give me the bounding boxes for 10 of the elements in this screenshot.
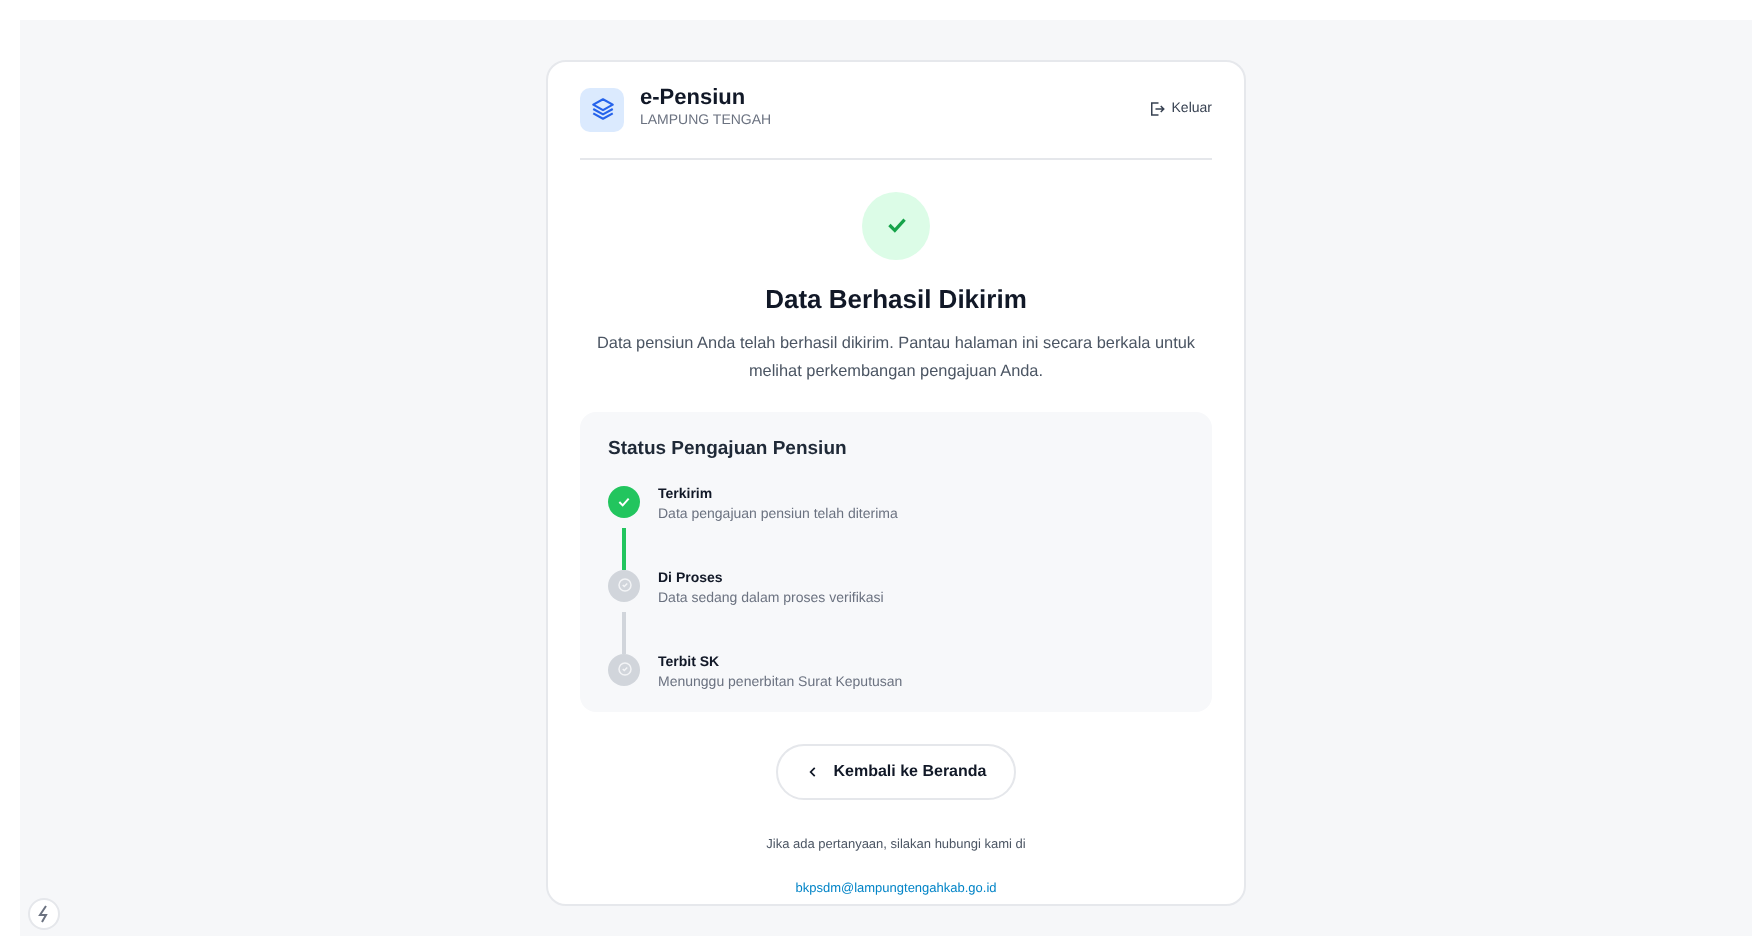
check-icon (862, 191, 930, 260)
layers-icon (580, 87, 624, 132)
logout-icon (1147, 100, 1166, 119)
status-title: Status Pengajuan Pensiun (608, 436, 849, 465)
success-message: Data pensiun Anda telah berhasil dikirim. Pantau halaman ini secara berkala untuk melihat perkembangan pengajuan Anda. (594, 332, 1198, 384)
app-name: e-Pensiun (640, 86, 748, 113)
back-button[interactable]: Kembali ke Beranda (775, 743, 1017, 799)
success-title: Data Berhasil Dikirim (763, 281, 1029, 318)
lightning-icon[interactable] (28, 898, 60, 930)
chevron-left-icon (805, 763, 820, 779)
